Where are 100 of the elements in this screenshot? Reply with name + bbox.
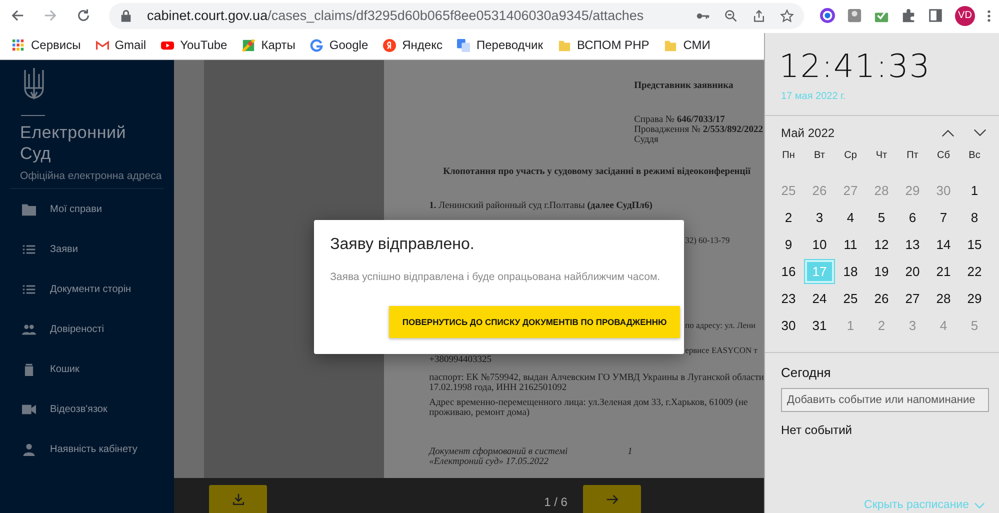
weekday-label: Пн xyxy=(781,150,796,163)
calendar-day[interactable]: 2 xyxy=(774,206,803,229)
calendar-day[interactable]: 24 xyxy=(805,287,834,310)
back-icon[interactable] xyxy=(10,8,25,23)
list-icon xyxy=(22,282,36,296)
calendar-day[interactable]: 15 xyxy=(960,233,989,256)
next-page-button[interactable] xyxy=(583,485,642,513)
calendar-day[interactable]: 14 xyxy=(929,233,958,256)
return-button[interactable]: ПОВЕРНУТИСЬ ДО СПИСКУ ДОКУМЕНТІВ ПО ПРОВАДЖЕННЮ xyxy=(389,306,680,338)
calendar-day[interactable]: 16 xyxy=(774,260,803,283)
lock-icon xyxy=(119,8,133,22)
document-text: ервисе EASYCON т xyxy=(685,345,758,355)
download-icon xyxy=(232,492,245,506)
list-icon xyxy=(22,242,36,256)
document-text: «Електроний суд» 17.05.2022 xyxy=(429,457,549,467)
document-text: Провадження № 2/553/892/2022 xyxy=(634,125,764,135)
calendar-day[interactable]: 31 xyxy=(805,314,834,337)
weekday-label: Вт xyxy=(813,150,826,163)
zoom-out-icon[interactable] xyxy=(724,8,738,22)
calendar-day[interactable]: 25 xyxy=(836,287,865,310)
weekday-label: Вс xyxy=(968,150,982,163)
download-button[interactable] xyxy=(209,485,268,513)
apps-grid-icon xyxy=(12,38,25,52)
calendar-day[interactable]: 19 xyxy=(867,260,896,283)
sidebar-item[interactable]: Кошик xyxy=(0,349,174,389)
puzzle-icon[interactable] xyxy=(901,8,916,23)
dialog-title: Заяву відправлено. xyxy=(330,236,476,254)
sidebar-item[interactable]: Відеозв'язок xyxy=(0,389,174,429)
calendar-day[interactable]: 11 xyxy=(836,233,865,256)
calendar-day[interactable]: 5 xyxy=(867,206,896,229)
calendar-day[interactable]: 29 xyxy=(960,287,989,310)
document-text: 32) 60-13-79 xyxy=(685,235,730,245)
address-bar[interactable]: cabinet.court.gov.ua/cases_claims/df3295d60b065f8ee0531406030a9345/attaches xyxy=(109,2,804,28)
folder-icon xyxy=(22,202,36,216)
document-text: Справа № 646/7033/17 xyxy=(634,115,725,125)
extension-icon[interactable] xyxy=(847,8,862,23)
bookmark-link[interactable]: Яндекс xyxy=(383,38,442,52)
sidebar-item[interactable]: Мої справи xyxy=(0,189,174,229)
bookmark-link[interactable]: Карты xyxy=(242,38,296,52)
today-heading: Сегодня xyxy=(781,365,832,380)
bookmark-link[interactable]: YouTube xyxy=(161,38,228,52)
bookmark-link[interactable]: Gmail xyxy=(96,38,146,52)
document-text: 17.02.1998 года, ИНН 2162501092 xyxy=(429,383,567,393)
calendar-day[interactable]: 1 xyxy=(960,179,989,202)
calendar-day[interactable]: 3 xyxy=(805,206,834,229)
calendar-day[interactable]: 6 xyxy=(898,206,927,229)
calendar-day[interactable]: 23 xyxy=(774,287,803,310)
calendar-day[interactable]: 13 xyxy=(898,233,927,256)
calendar-day[interactable]: 7 xyxy=(929,206,958,229)
play-icon xyxy=(161,38,174,52)
event-input-field[interactable]: Добавить событие или напоминание xyxy=(781,388,989,412)
chevron-up-icon[interactable] xyxy=(941,129,955,137)
calendar-day[interactable]: 20 xyxy=(898,260,927,283)
weekday-label: Чт xyxy=(874,150,888,163)
document-text: Представник заявника xyxy=(634,81,734,91)
document-text: Документ сформований в системі xyxy=(429,447,568,457)
video-camera-icon xyxy=(22,402,36,416)
extension-icon[interactable] xyxy=(820,8,835,23)
profile-avatar[interactable]: VD xyxy=(955,6,975,26)
weekday-label: Пт xyxy=(906,150,920,163)
sidebar-item[interactable]: Наявність кабінету xyxy=(0,429,174,469)
page-mark: 1 xyxy=(628,447,632,457)
sidebar-item[interactable]: Довіреності xyxy=(0,309,174,349)
arrow-right-icon xyxy=(606,492,619,506)
calendar-day[interactable]: 27 xyxy=(898,287,927,310)
bookmark-link[interactable]: Переводчик xyxy=(457,38,543,52)
envelope-icon xyxy=(96,38,109,52)
document-text: по адресу: ул. Лени xyxy=(685,320,756,330)
person-icon xyxy=(22,442,36,456)
people-icon xyxy=(22,322,36,336)
calendar-day[interactable]: 21 xyxy=(929,260,958,283)
bookmark-link[interactable]: СМИ xyxy=(664,38,710,52)
calendar-day[interactable]: 28 xyxy=(929,287,958,310)
chevron-down-icon[interactable] xyxy=(973,129,987,137)
calendar-day[interactable]: 10 xyxy=(805,233,834,256)
bookmark-link[interactable]: ВСПОМ PHP xyxy=(558,38,650,52)
site-subtitle: Офіційна електронна адреса xyxy=(20,170,163,182)
star-icon[interactable] xyxy=(780,8,794,22)
bookmark-link[interactable]: Сервисы xyxy=(12,38,81,52)
calendar-day[interactable]: 22 xyxy=(960,260,989,283)
calendar-day[interactable]: 12 xyxy=(867,233,896,256)
reload-icon[interactable] xyxy=(76,8,91,23)
month-label[interactable]: Май 2022 xyxy=(781,126,923,140)
calendar-day[interactable]: 9 xyxy=(774,233,803,256)
page-counter: 1 / 6 xyxy=(544,495,568,509)
side-panel-icon[interactable] xyxy=(928,8,943,23)
calendar-day[interactable]: 26 xyxy=(867,287,896,310)
calendar-day[interactable]: 8 xyxy=(960,206,989,229)
calendar-day[interactable]: 30 xyxy=(774,314,803,337)
document-text: Суддя xyxy=(634,135,658,145)
share-icon[interactable] xyxy=(752,8,766,22)
trash-icon xyxy=(22,362,36,376)
bookmark-link[interactable]: Google xyxy=(310,38,368,52)
calendar-day[interactable]: 18 xyxy=(836,260,865,283)
calendar-day[interactable]: 4 xyxy=(836,206,865,229)
dialog-message: Заява успішно відправлена і буде опрацьована найближчим часом. xyxy=(330,271,662,283)
clock-time: 12:41:33 xyxy=(779,47,932,85)
sidebar-item[interactable]: Документи сторін xyxy=(0,269,174,309)
menu-icon[interactable] xyxy=(987,8,991,22)
sidebar-item[interactable]: Заяви xyxy=(0,229,174,269)
